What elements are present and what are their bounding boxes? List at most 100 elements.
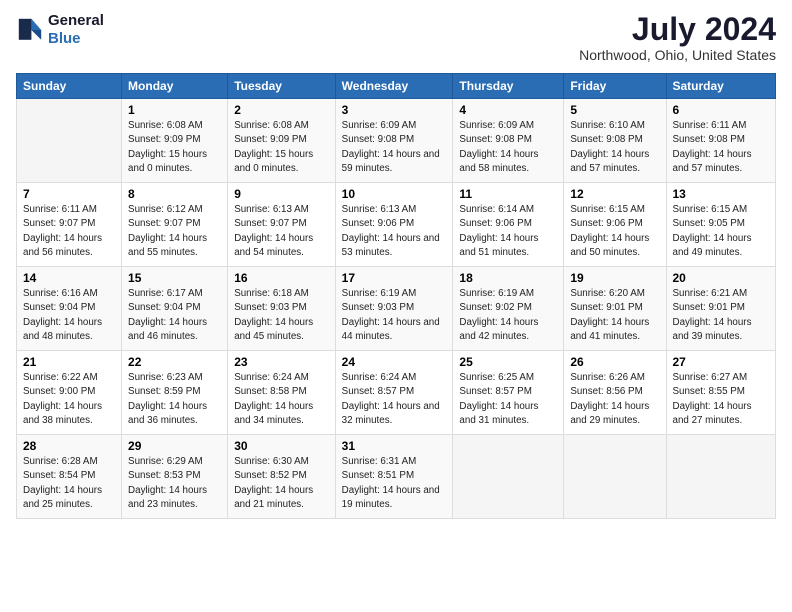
cell-content: Sunrise: 6:19 AMSunset: 9:03 PMDaylight:… xyxy=(342,287,447,344)
day-number: 10 xyxy=(342,187,447,201)
calendar-table: SundayMondayTuesdayWednesdayThursdayFrid… xyxy=(16,73,776,519)
cell-content: Sunrise: 6:28 AMSunset: 8:54 PMDaylight:… xyxy=(23,455,115,512)
day-number: 25 xyxy=(459,355,557,369)
calendar-cell: 14 Sunrise: 6:16 AMSunset: 9:04 PMDayligh… xyxy=(17,267,122,351)
logo-icon xyxy=(16,16,44,44)
week-row-3: 14 Sunrise: 6:16 AMSunset: 9:04 PMDayligh… xyxy=(17,267,776,351)
day-number: 1 xyxy=(128,103,221,117)
header-sunday: Sunday xyxy=(17,74,122,99)
calendar-cell: 24 Sunrise: 6:24 AMSunset: 8:57 PMDayligh… xyxy=(335,351,453,435)
day-number: 15 xyxy=(128,271,221,285)
cell-content: Sunrise: 6:14 AMSunset: 9:06 PMDaylight:… xyxy=(459,203,557,260)
cell-content: Sunrise: 6:25 AMSunset: 8:57 PMDaylight:… xyxy=(459,371,557,428)
calendar-cell: 30Sunrise: 6:30 AMSunset: 8:52 PMDayligh… xyxy=(228,435,335,519)
calendar-cell: 11 Sunrise: 6:14 AMSunset: 9:06 PMDayligh… xyxy=(453,183,564,267)
day-number: 31 xyxy=(342,439,447,453)
header-monday: Monday xyxy=(122,74,228,99)
cell-content: Sunrise: 6:08 AMSunset: 9:09 PMDaylight:… xyxy=(128,119,221,176)
day-number: 9 xyxy=(234,187,328,201)
cell-content: Sunrise: 6:21 AMSunset: 9:01 PMDaylight:… xyxy=(673,287,770,344)
calendar-cell: 17 Sunrise: 6:19 AMSunset: 9:03 PMDayligh… xyxy=(335,267,453,351)
day-number: 18 xyxy=(459,271,557,285)
header-row: SundayMondayTuesdayWednesdayThursdayFrid… xyxy=(17,74,776,99)
day-number: 7 xyxy=(23,187,115,201)
day-number: 12 xyxy=(570,187,659,201)
calendar-cell: 15 Sunrise: 6:17 AMSunset: 9:04 PMDayligh… xyxy=(122,267,228,351)
week-row-2: 7 Sunrise: 6:11 AMSunset: 9:07 PMDaylight… xyxy=(17,183,776,267)
cell-content: Sunrise: 6:20 AMSunset: 9:01 PMDaylight:… xyxy=(570,287,659,344)
cell-content: Sunrise: 6:23 AMSunset: 8:59 PMDaylight:… xyxy=(128,371,221,428)
calendar-cell: 19 Sunrise: 6:20 AMSunset: 9:01 PMDayligh… xyxy=(564,267,666,351)
calendar-cell: 8 Sunrise: 6:12 AMSunset: 9:07 PMDaylight… xyxy=(122,183,228,267)
day-number: 13 xyxy=(673,187,770,201)
day-number: 30 xyxy=(234,439,328,453)
cell-content: Sunrise: 6:15 AMSunset: 9:06 PMDaylight:… xyxy=(570,203,659,260)
header-tuesday: Tuesday xyxy=(228,74,335,99)
cell-content: Sunrise: 6:09 AMSunset: 9:08 PMDaylight:… xyxy=(342,119,447,176)
calendar-cell xyxy=(453,435,564,519)
logo-line2: Blue xyxy=(48,30,81,47)
header: General Blue July 2024 Northwood, Ohio, … xyxy=(16,12,776,63)
calendar-cell: 31 Sunrise: 6:31 AMSunset: 8:51 PMDayligh… xyxy=(335,435,453,519)
logo: General Blue xyxy=(16,12,104,48)
calendar-cell: 10 Sunrise: 6:13 AMSunset: 9:06 PMDayligh… xyxy=(335,183,453,267)
cell-content: Sunrise: 6:26 AMSunset: 8:56 PMDaylight:… xyxy=(570,371,659,428)
calendar-cell: 7 Sunrise: 6:11 AMSunset: 9:07 PMDaylight… xyxy=(17,183,122,267)
day-number: 17 xyxy=(342,271,447,285)
cell-content: Sunrise: 6:29 AMSunset: 8:53 PMDaylight:… xyxy=(128,455,221,512)
cell-content: Sunrise: 6:15 AMSunset: 9:05 PMDaylight:… xyxy=(673,203,770,260)
calendar-cell: 1 Sunrise: 6:08 AMSunset: 9:09 PMDaylight… xyxy=(122,99,228,183)
page: General Blue July 2024 Northwood, Ohio, … xyxy=(0,0,792,612)
day-number: 3 xyxy=(342,103,447,117)
cell-content: Sunrise: 6:11 AMSunset: 9:07 PMDaylight:… xyxy=(23,203,115,260)
cell-content: Sunrise: 6:18 AMSunset: 9:03 PMDaylight:… xyxy=(234,287,328,344)
header-saturday: Saturday xyxy=(666,74,776,99)
day-number: 24 xyxy=(342,355,447,369)
cell-content: Sunrise: 6:24 AMSunset: 8:57 PMDaylight:… xyxy=(342,371,447,428)
calendar-cell: 2 Sunrise: 6:08 AMSunset: 9:09 PMDaylight… xyxy=(228,99,335,183)
day-number: 26 xyxy=(570,355,659,369)
day-number: 23 xyxy=(234,355,328,369)
calendar-cell: 5Sunrise: 6:10 AMSunset: 9:08 PMDaylight… xyxy=(564,99,666,183)
cell-content: Sunrise: 6:16 AMSunset: 9:04 PMDaylight:… xyxy=(23,287,115,344)
cell-content: Sunrise: 6:12 AMSunset: 9:07 PMDaylight:… xyxy=(128,203,221,260)
calendar-cell xyxy=(564,435,666,519)
main-title: July 2024 xyxy=(579,12,776,47)
cell-content: Sunrise: 6:13 AMSunset: 9:07 PMDaylight:… xyxy=(234,203,328,260)
header-thursday: Thursday xyxy=(453,74,564,99)
day-number: 28 xyxy=(23,439,115,453)
calendar-cell: 21Sunrise: 6:22 AMSunset: 9:00 PMDayligh… xyxy=(17,351,122,435)
calendar-cell: 6Sunrise: 6:11 AMSunset: 9:08 PMDaylight… xyxy=(666,99,776,183)
calendar-cell: 12 Sunrise: 6:15 AMSunset: 9:06 PMDayligh… xyxy=(564,183,666,267)
calendar-cell xyxy=(666,435,776,519)
cell-content: Sunrise: 6:10 AMSunset: 9:08 PMDaylight:… xyxy=(570,119,659,176)
day-number: 19 xyxy=(570,271,659,285)
cell-content: Sunrise: 6:19 AMSunset: 9:02 PMDaylight:… xyxy=(459,287,557,344)
calendar-cell: 26 Sunrise: 6:26 AMSunset: 8:56 PMDayligh… xyxy=(564,351,666,435)
day-number: 2 xyxy=(234,103,328,117)
header-wednesday: Wednesday xyxy=(335,74,453,99)
calendar-cell: 3 Sunrise: 6:09 AMSunset: 9:08 PMDaylight… xyxy=(335,99,453,183)
cell-content: Sunrise: 6:13 AMSunset: 9:06 PMDaylight:… xyxy=(342,203,447,260)
cell-content: Sunrise: 6:17 AMSunset: 9:04 PMDaylight:… xyxy=(128,287,221,344)
calendar-cell xyxy=(17,99,122,183)
day-number: 4 xyxy=(459,103,557,117)
calendar-cell: 9 Sunrise: 6:13 AMSunset: 9:07 PMDaylight… xyxy=(228,183,335,267)
day-number: 14 xyxy=(23,271,115,285)
calendar-cell: 29 Sunrise: 6:29 AMSunset: 8:53 PMDayligh… xyxy=(122,435,228,519)
cell-content: Sunrise: 6:31 AMSunset: 8:51 PMDaylight:… xyxy=(342,455,447,512)
logo-text: General Blue xyxy=(48,12,104,48)
day-number: 8 xyxy=(128,187,221,201)
subtitle: Northwood, Ohio, United States xyxy=(579,47,776,63)
day-number: 11 xyxy=(459,187,557,201)
week-row-5: 28 Sunrise: 6:28 AMSunset: 8:54 PMDayligh… xyxy=(17,435,776,519)
day-number: 27 xyxy=(673,355,770,369)
week-row-1: 1 Sunrise: 6:08 AMSunset: 9:09 PMDaylight… xyxy=(17,99,776,183)
calendar-cell: 28 Sunrise: 6:28 AMSunset: 8:54 PMDayligh… xyxy=(17,435,122,519)
day-number: 29 xyxy=(128,439,221,453)
day-number: 20 xyxy=(673,271,770,285)
cell-content: Sunrise: 6:08 AMSunset: 9:09 PMDaylight:… xyxy=(234,119,328,176)
cell-content: Sunrise: 6:11 AMSunset: 9:08 PMDaylight:… xyxy=(673,119,770,176)
calendar-cell: 4Sunrise: 6:09 AMSunset: 9:08 PMDaylight… xyxy=(453,99,564,183)
calendar-cell: 20 Sunrise: 6:21 AMSunset: 9:01 PMDayligh… xyxy=(666,267,776,351)
